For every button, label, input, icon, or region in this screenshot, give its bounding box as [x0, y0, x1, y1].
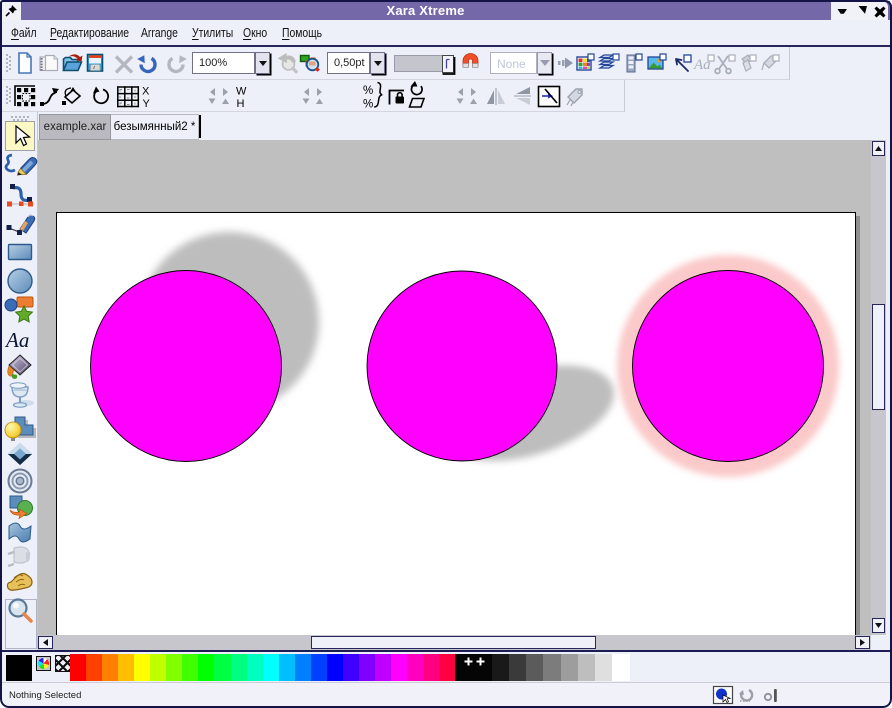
svg-text:W: W [236, 86, 247, 98]
svg-text:X: X [142, 86, 150, 98]
svg-text:%: % [363, 99, 373, 111]
svg-text:H: H [237, 98, 245, 110]
svg-text:%: % [363, 85, 373, 97]
svg-text:Aa: Aa [4, 328, 29, 352]
svg-text:Y: Y [143, 98, 151, 110]
